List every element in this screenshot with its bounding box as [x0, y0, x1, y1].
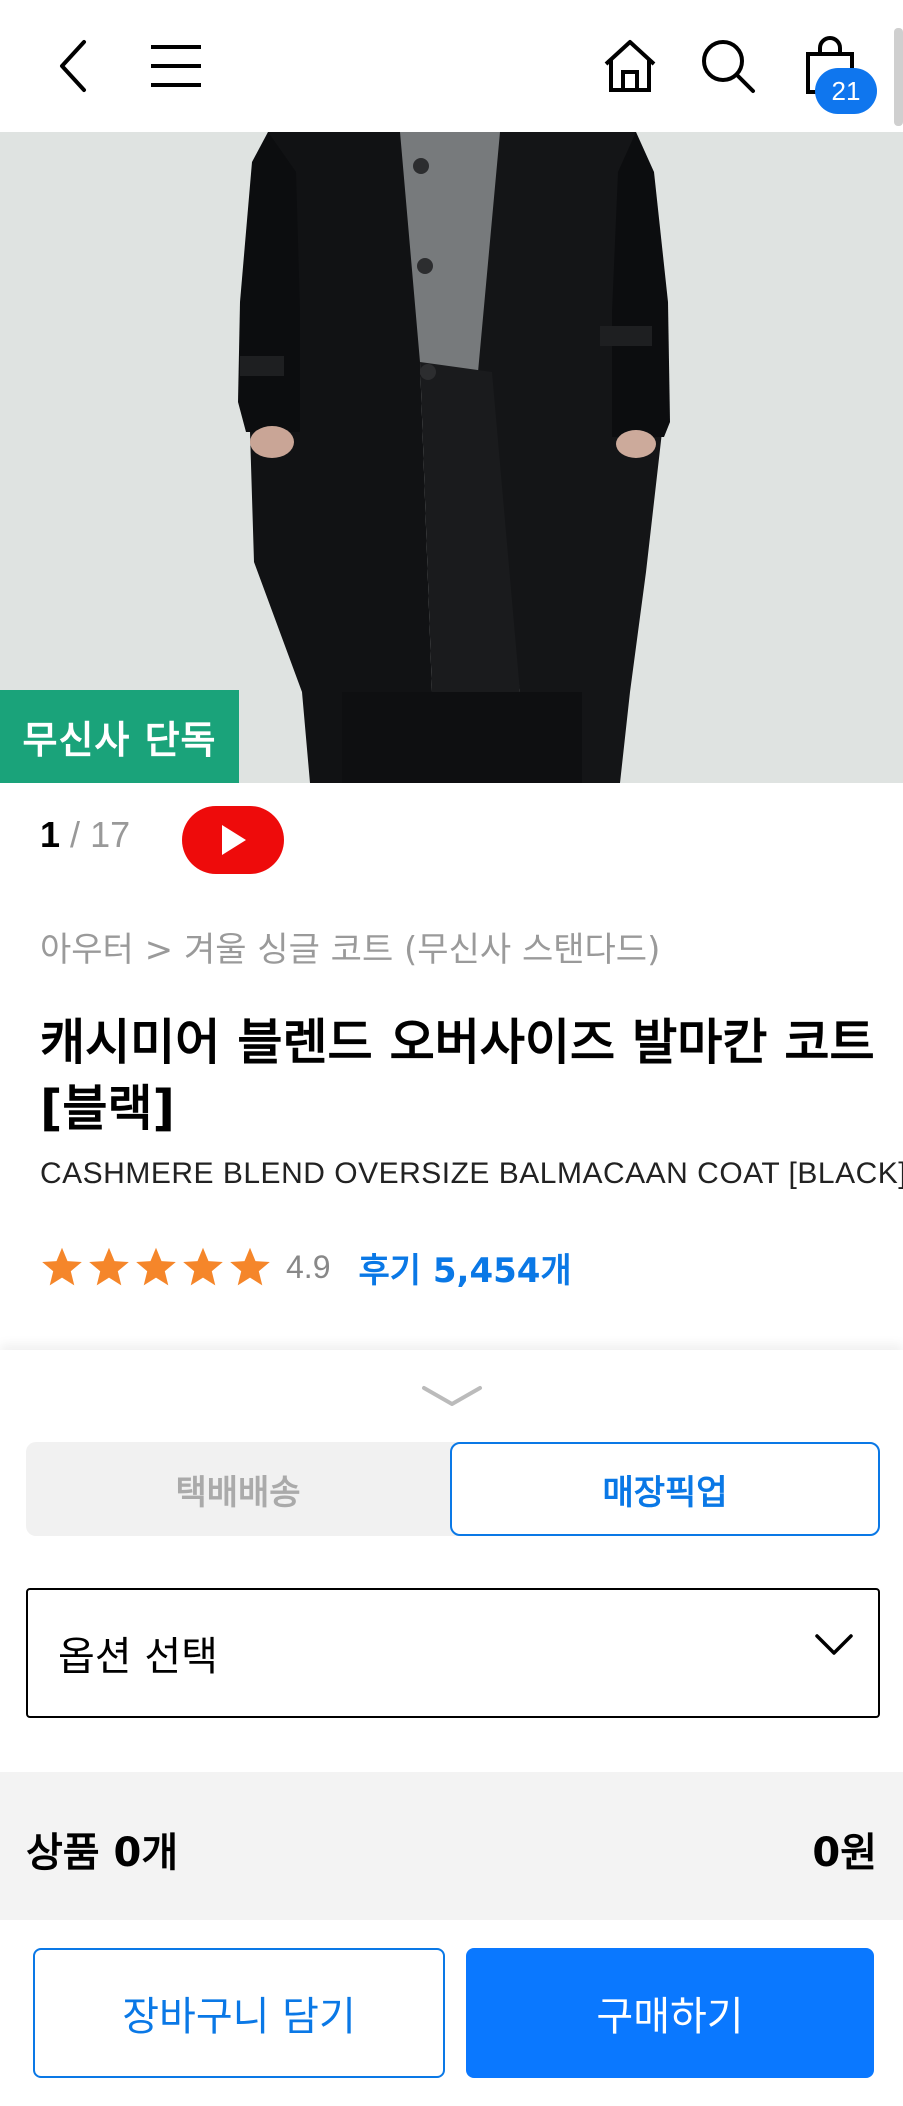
- buy-now-button[interactable]: 구매하기: [466, 1948, 874, 2078]
- collapse-sheet-button[interactable]: [420, 1382, 484, 1412]
- back-icon: [60, 40, 86, 92]
- back-button[interactable]: [38, 30, 110, 102]
- star-icon: [89, 1247, 129, 1286]
- scrollbar[interactable]: [894, 28, 903, 126]
- exclusive-badge: 무신사 단독: [0, 690, 239, 783]
- selected-item-count: 상품 0개: [26, 1830, 179, 1876]
- coat-model-photo: [0, 132, 903, 783]
- image-counter: 1 / 17: [40, 814, 130, 856]
- total-price: 0원: [812, 1830, 877, 1876]
- cart-count-badge: 21: [815, 68, 877, 114]
- product-title: 캐시미어 블렌드 오버사이즈 발마칸 코트 [블랙]: [40, 1014, 875, 1137]
- menu-icon: [151, 45, 201, 87]
- home-icon: [604, 40, 656, 92]
- video-button[interactable]: [182, 806, 284, 874]
- current-image-index: 1: [40, 814, 61, 855]
- play-icon: [222, 825, 246, 855]
- search-icon: [702, 40, 755, 93]
- chevron-down-icon: [422, 1386, 482, 1406]
- add-to-cart-button[interactable]: 장바구니 담기: [33, 1948, 445, 2078]
- total-images: 17: [90, 814, 131, 855]
- home-button[interactable]: [594, 30, 666, 102]
- category-breadcrumb[interactable]: 아우터 > 겨울 싱글 코트 (무신사 스탠다드): [40, 922, 660, 971]
- counter-separator: /: [70, 814, 81, 855]
- menu-button[interactable]: [140, 30, 212, 102]
- option-select-dropdown[interactable]: 옵션 선택: [26, 1588, 880, 1718]
- tab-parcel-delivery[interactable]: 택배배송: [26, 1442, 450, 1536]
- chevron-down-icon: [815, 1634, 853, 1655]
- review-count-link[interactable]: 후기 5,454개: [358, 1243, 571, 1292]
- product-image[interactable]: [0, 132, 903, 783]
- star-icon: [230, 1247, 270, 1286]
- star-icon: [136, 1247, 176, 1286]
- tab-store-pickup[interactable]: 매장픽업: [450, 1442, 880, 1536]
- rating-value: 4.9: [286, 1248, 331, 1285]
- rating-row: 4.9 후기 5,454개: [40, 1242, 572, 1292]
- option-select-label: 옵션 선택: [58, 1634, 218, 1680]
- search-button[interactable]: [692, 30, 764, 102]
- product-subtitle: CASHMERE BLEND OVERSIZE BALMACAAN COAT […: [40, 1157, 903, 1190]
- top-nav-bar: 21: [0, 0, 903, 132]
- star-icon: [42, 1247, 82, 1286]
- star-rating: [40, 1245, 272, 1289]
- star-icon: [183, 1247, 223, 1286]
